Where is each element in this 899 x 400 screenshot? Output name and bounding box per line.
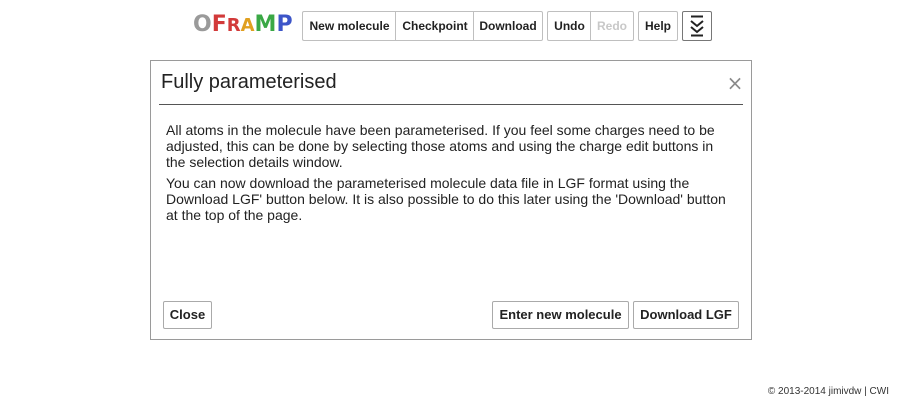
oframp-logo: OFRAMP [193, 12, 293, 38]
expand-panel-button[interactable] [682, 11, 712, 41]
undo-button[interactable]: Undo [547, 11, 591, 41]
logo-letter: A [240, 15, 255, 36]
logo-letter: M [254, 12, 277, 37]
top-bar: OFRAMP New molecule Checkpoint Download … [0, 0, 899, 50]
title-divider [159, 104, 743, 105]
close-icon[interactable]: × [725, 73, 745, 93]
dialog-title: Fully parameterised [161, 71, 337, 93]
redo-button[interactable]: Redo [590, 11, 634, 41]
new-molecule-button[interactable]: New molecule [302, 11, 396, 41]
checkpoint-button[interactable]: Checkpoint [395, 11, 474, 41]
message-paragraph: You can now download the parameterised m… [166, 175, 730, 223]
double-chevron-down-icon [683, 15, 711, 37]
fully-parameterised-dialog: Fully parameterised × All atoms in the m… [150, 60, 752, 340]
enter-new-molecule-button[interactable]: Enter new molecule [492, 301, 629, 329]
close-button[interactable]: Close [163, 301, 212, 329]
logo-letter: R [226, 15, 241, 36]
logo-letter: P [276, 12, 293, 37]
logo-letter: O [193, 12, 212, 37]
help-button[interactable]: Help [638, 11, 678, 41]
download-lgf-button[interactable]: Download LGF [633, 301, 739, 329]
message-paragraph: All atoms in the molecule have been para… [166, 122, 715, 170]
download-button[interactable]: Download [473, 11, 543, 41]
logo-letter: F [211, 12, 227, 37]
copyright-footer: © 2013-2014 jimivdw | CWI [767, 386, 889, 397]
dialog-message: All atoms in the molecule have been para… [166, 122, 736, 228]
